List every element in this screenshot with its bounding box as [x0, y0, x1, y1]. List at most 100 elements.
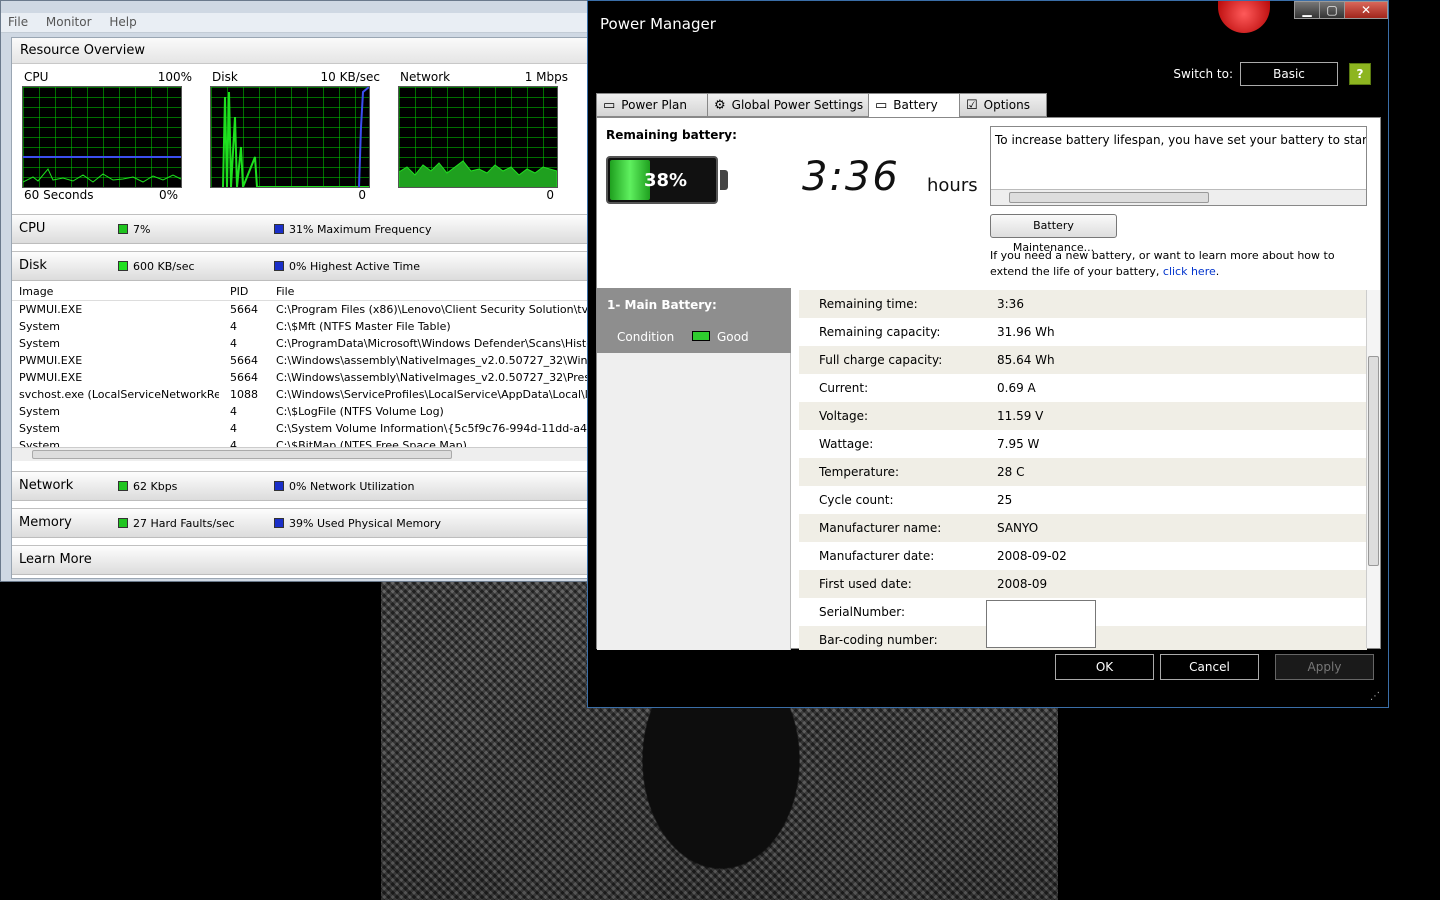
cpu-graph-timespan: 60 Seconds: [24, 188, 94, 202]
property-value: 11.59 V: [997, 409, 1044, 423]
learn-more-section[interactable]: Learn More: [12, 545, 590, 575]
property-value: 85.64 Wh: [997, 353, 1055, 367]
gear-icon: ⚙: [714, 98, 726, 113]
cpu-graph-max: 100%: [157, 70, 192, 84]
tab-global-power-settings[interactable]: ⚙ Global Power Settings: [707, 93, 869, 117]
tab-battery[interactable]: ▭ Battery: [868, 93, 960, 118]
network-graph-max: 1 Mbps: [524, 70, 568, 84]
property-key: Current:: [819, 381, 869, 395]
cell-pid: 5664: [230, 303, 258, 316]
table-row[interactable]: System 4 C:\$LogFile (NTFS Volume Log): [12, 403, 590, 420]
disk-active-time: 0% Highest Active Time: [274, 260, 420, 273]
col-pid[interactable]: PID: [230, 285, 248, 298]
battery-message-box[interactable]: To increase battery lifespan, you have s…: [990, 126, 1367, 206]
battery-gauge: 38%: [606, 156, 718, 204]
menu-help[interactable]: Help: [102, 13, 143, 31]
col-image[interactable]: Image: [19, 285, 53, 298]
menu-monitor[interactable]: Monitor: [39, 13, 99, 31]
cell-image: System: [19, 405, 61, 418]
blue-indicator-icon: [274, 224, 284, 234]
message-hscrollbar[interactable]: [991, 189, 1366, 205]
property-row: Cycle count: 25: [799, 486, 1367, 514]
property-key: Temperature:: [819, 465, 900, 479]
property-key: Wattage:: [819, 437, 874, 451]
property-row: Wattage: 7.95 W: [799, 430, 1367, 458]
network-section-header[interactable]: Network 62 Kbps 0% Network Utilization: [12, 471, 590, 501]
menu-file[interactable]: File: [1, 13, 35, 31]
cell-pid: 5664: [230, 371, 258, 384]
property-value: 2008-09: [997, 577, 1048, 591]
disk-table-hscrollbar[interactable]: [12, 447, 590, 461]
disk-graph-min: 0: [358, 188, 366, 202]
cpu-section-header[interactable]: CPU 7% 31% Maximum Frequency: [12, 214, 590, 244]
ok-button[interactable]: OK: [1055, 654, 1154, 680]
property-value: 3:36: [997, 297, 1024, 311]
table-row[interactable]: PWMUI.EXE 5664 C:\Program Files (x86)\Leno…: [12, 301, 590, 318]
apply-button[interactable]: Apply: [1275, 654, 1374, 680]
property-key: Remaining time:: [819, 297, 918, 311]
table-row[interactable]: System 4 C:\$BitMap (NTFS Free Space Map): [12, 437, 590, 447]
table-row[interactable]: svchost.exe (LocalServiceNetworkRest... 1…: [12, 386, 590, 403]
properties-vscrollbar[interactable]: [1366, 290, 1380, 648]
learn-more-link[interactable]: Learn More: [19, 552, 92, 567]
tab-options[interactable]: ☑ Options: [959, 93, 1047, 117]
cell-file: C:\Program Files (x86)\Lenovo\Client Sec…: [276, 303, 590, 316]
disk-table-header: Image PID File: [12, 281, 590, 301]
cancel-button[interactable]: Cancel: [1160, 654, 1259, 680]
cell-file: C:\$BitMap (NTFS Free Space Map): [276, 439, 467, 447]
property-value: SANYO: [997, 521, 1039, 535]
property-key: Cycle count:: [819, 493, 894, 507]
battery-message-text: To increase battery lifespan, you have s…: [995, 133, 1367, 147]
close-button[interactable]: ✕: [1344, 1, 1388, 19]
property-row: Remaining capacity: 31.96 Wh: [799, 318, 1367, 346]
table-row[interactable]: PWMUI.EXE 5664 C:\Windows\assembly\NativeI…: [12, 369, 590, 386]
tab-power-plan[interactable]: ▭ Power Plan: [596, 93, 708, 117]
maximize-button[interactable]: ▢: [1319, 1, 1345, 19]
battery-list-item-main[interactable]: 1- Main Battery: Condition Good: [597, 288, 791, 353]
network-graph-lines: [398, 160, 558, 187]
memory-section-header[interactable]: Memory 27 Hard Faults/sec 39% Used Physi…: [12, 508, 590, 538]
blue-indicator-icon: [274, 481, 284, 491]
scroll-thumb[interactable]: [32, 450, 452, 459]
disk-graph-lines: [222, 86, 370, 188]
minimize-button[interactable]: ▁: [1294, 1, 1320, 19]
cell-image: System: [19, 320, 61, 333]
overview-content: Resource Overview CPU 100% 60 Seconds 0%…: [11, 37, 591, 579]
scroll-thumb[interactable]: [1368, 356, 1379, 566]
network-utilization: 0% Network Utilization: [274, 480, 415, 493]
disk-section-header[interactable]: Disk 600 KB/sec 0% Highest Active Time: [12, 251, 590, 281]
network-throughput: 62 Kbps: [118, 480, 177, 493]
blue-indicator-icon: [274, 261, 284, 271]
graphs-row: CPU 100% 60 Seconds 0% Disk 10 KB/sec 0 …: [12, 64, 590, 209]
switch-basic-button[interactable]: Basic: [1240, 62, 1338, 86]
network-graph-min: 0: [546, 188, 554, 202]
table-row[interactable]: System 4 C:\System Volume Information\{5c5…: [12, 420, 590, 437]
col-file[interactable]: File: [276, 285, 294, 298]
property-value: 31.96 Wh: [997, 325, 1055, 339]
battery-maintenance-button[interactable]: Battery Maintenance...: [990, 214, 1117, 254]
condition-label: Condition: [617, 330, 675, 344]
property-key: First used date:: [819, 577, 912, 591]
cpu-frequency: 31% Maximum Frequency: [274, 223, 431, 236]
cell-pid: 4: [230, 439, 237, 447]
cpu-graph-lines: [22, 156, 182, 183]
click-here-link[interactable]: click here: [1163, 265, 1216, 278]
resize-grip-icon[interactable]: ⋰: [1370, 691, 1380, 702]
cell-pid: 5664: [230, 354, 258, 367]
disk-graph-plot: [210, 86, 370, 188]
help-icon[interactable]: ?: [1349, 63, 1371, 85]
table-row[interactable]: System 4 C:\$Mft (NTFS Master File Table): [12, 318, 590, 335]
battery-name: 1- Main Battery:: [607, 298, 717, 312]
cell-file: C:\Windows\assembly\NativeImages_v2.0.50…: [276, 371, 590, 384]
scroll-thumb[interactable]: [1009, 192, 1209, 203]
battery-percent: 38%: [644, 170, 688, 191]
property-row: Manufacturer name: SANYO: [799, 514, 1367, 542]
memory-section-title: Memory: [19, 515, 72, 530]
table-row[interactable]: PWMUI.EXE 5664 C:\Windows\assembly\NativeI…: [12, 352, 590, 369]
cell-image: System: [19, 422, 61, 435]
table-row[interactable]: System 4 C:\ProgramData\Microsoft\Windows …: [12, 335, 590, 352]
property-key: Manufacturer name:: [819, 521, 942, 535]
battery-logo-icon: [1218, 1, 1270, 33]
battery-info-text: If you need a new battery, or want to le…: [990, 249, 1335, 278]
cell-image: PWMUI.EXE: [19, 371, 83, 384]
